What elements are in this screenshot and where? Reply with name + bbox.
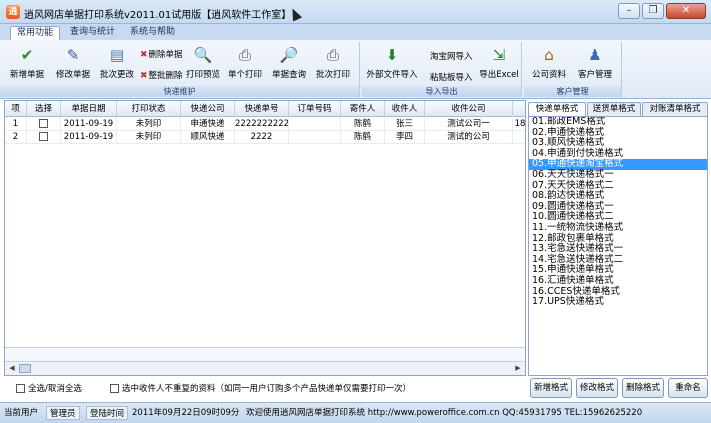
list-item[interactable]: 16.汇通快递单格式 xyxy=(529,275,707,287)
col-header-receiver[interactable]: 收件人 xyxy=(385,101,425,117)
group-import-export: ⬇ 外部文件导入 淘宝网导入 粘贴板导入 ⇲ 导出Excel 导入导出 xyxy=(362,42,522,97)
status-message: 欢迎使用逍风网店单据打印系统 http://www.poweroffice.co… xyxy=(246,408,643,418)
import-icon: ⬇ xyxy=(385,46,399,64)
col-header-select[interactable]: 选择 xyxy=(27,101,61,117)
minimize-icon[interactable]: – xyxy=(618,3,640,19)
delete-bill-button[interactable]: ✖删除单据 xyxy=(140,48,183,60)
house-icon: ⌂ xyxy=(544,46,554,64)
grid-options: 全选/取消全选 选中收件人不重复的资料（如同一用户订购多个产品快递单仅需要打印一… xyxy=(4,378,526,398)
row-checkbox[interactable] xyxy=(39,119,48,128)
print-preview-button[interactable]: 🔍 打印预览 xyxy=(182,45,224,80)
company-info-button[interactable]: ⌂ 公司资料 xyxy=(528,45,570,80)
group-label-import-export: 导入导出 xyxy=(362,86,521,97)
col-header-receiver-company[interactable]: 收件公司 xyxy=(425,101,513,117)
tab-query-stats[interactable]: 查询与统计 xyxy=(64,26,121,40)
select-all-checkbox[interactable] xyxy=(16,384,25,393)
list-item[interactable]: 17.UPS快递格式 xyxy=(529,296,707,308)
unique-receivers-option[interactable]: 选中收件人不重复的资料（如同一用户订购多个产品快递单仅需要打印一次） xyxy=(110,382,411,394)
search-icon: 🔎 xyxy=(279,46,299,64)
users-icon: ♟ xyxy=(588,46,602,64)
customer-management-button[interactable]: ♟ 客户管理 xyxy=(574,45,616,80)
tab-system-help[interactable]: 系统与帮助 xyxy=(124,26,181,40)
delete-format-button[interactable]: 删除格式 xyxy=(622,378,664,398)
export-excel-button[interactable]: ⇲ 导出Excel xyxy=(478,45,520,80)
app-logo-icon: 逍 xyxy=(6,5,20,19)
bill-query-button[interactable]: 🔎 单据查询 xyxy=(268,45,310,80)
login-label: 登陆时间 xyxy=(86,406,129,420)
scroll-left-icon[interactable]: ◀ xyxy=(6,363,18,374)
group-customer-management: ⌂ 公司资料 ♟ 客户管理 客户管理 xyxy=(524,42,622,97)
tab-common[interactable]: 常用功能 xyxy=(10,26,61,40)
table-row[interactable]: 1 2011-09-19 未列印 申通快递 22222222222 陈鹤 张三 … xyxy=(5,118,525,131)
group-label-customer-management: 客户管理 xyxy=(524,86,621,97)
batch-delete-button[interactable]: ✖整批删除 xyxy=(140,69,183,81)
select-all-option[interactable]: 全选/取消全选 xyxy=(16,382,82,394)
title-bar: 逍 逍风网店单据打印系统v2011.01试用版【逍风软件工作室】 – ❐ ✕ xyxy=(0,0,711,24)
user-value: 管理员 xyxy=(46,406,80,420)
new-bill-button[interactable]: ✔ 新增单据 xyxy=(6,45,48,80)
col-header-date[interactable]: 单据日期 xyxy=(61,101,117,117)
unique-receivers-checkbox[interactable] xyxy=(110,384,119,393)
rename-format-button[interactable]: 重命名 xyxy=(668,378,708,398)
batch-print-button[interactable]: ⎙ 批次打印 xyxy=(312,45,354,80)
list-item[interactable]: 01.邮政EMS格式 xyxy=(529,117,707,128)
restore-icon[interactable]: ❐ xyxy=(642,3,664,19)
checkmark-icon: ✔ xyxy=(20,46,34,64)
col-header-sender[interactable]: 寄件人 xyxy=(341,101,385,117)
col-header-extra[interactable] xyxy=(513,101,527,117)
tab-express-format[interactable]: 快递单格式 xyxy=(528,102,586,116)
new-format-button[interactable]: 新增格式 xyxy=(530,378,572,398)
tab-delivery-format[interactable]: 送货单格式 xyxy=(587,102,641,116)
export-icon: ⇲ xyxy=(492,46,506,64)
window-title: 逍风网店单据打印系统v2011.01试用版【逍风软件工作室】 xyxy=(24,10,292,21)
edit-bill-button[interactable]: ✎ 修改单据 xyxy=(52,45,94,80)
bills-grid[interactable]: 项 选择 单据日期 打印状态 快递公司 快递单号 订单号码 寄件人 收件人 收件… xyxy=(4,100,526,376)
tab-statement-format[interactable]: 对账清单格式 xyxy=(642,102,708,116)
printer-icon: ⎙ xyxy=(326,46,339,64)
group-label-express-maintenance: 快递维护 xyxy=(0,86,359,97)
clipboard-import-button[interactable]: 粘贴板导入 xyxy=(430,71,473,83)
table-row[interactable]: 2 2011-09-19 未列印 顺风快递 2222 陈鹤 李四 测试的公司 xyxy=(5,131,525,144)
grid-header: 项 选择 单据日期 打印状态 快递公司 快递单号 订单号码 寄件人 收件人 收件… xyxy=(5,101,525,117)
magnifier-icon: 🔍 xyxy=(193,46,213,64)
edit-format-button[interactable]: 修改格式 xyxy=(576,378,618,398)
single-print-button[interactable]: ⎙ 单个打印 xyxy=(224,45,266,80)
ribbon-tabs: 常用功能 查询与统计 系统与帮助 xyxy=(0,24,711,40)
delete-icon: ✖ xyxy=(140,71,148,81)
login-value: 2011年09月22日09时09分 xyxy=(132,408,240,418)
status-bar: 当前用户 管理员 登陆时间 2011年09月22日09时09分 欢迎使用逍风网店… xyxy=(0,402,711,423)
col-header-no[interactable]: 项 xyxy=(5,101,27,117)
close-icon[interactable]: ✕ xyxy=(666,3,706,19)
external-file-import-button[interactable]: ⬇ 外部文件导入 xyxy=(366,45,418,80)
col-header-order[interactable]: 订单号码 xyxy=(289,101,341,117)
horizontal-scrollbar[interactable]: ◀ ▶ xyxy=(5,361,525,375)
col-header-company[interactable]: 快递公司 xyxy=(181,101,235,117)
batch-change-button[interactable]: ▤ 批次更改 xyxy=(96,45,138,80)
delete-icon: ✖ xyxy=(140,50,148,60)
list-item[interactable]: 11.一统物流快递格式 xyxy=(529,222,707,234)
edit-icon: ✎ xyxy=(66,46,80,64)
col-header-status[interactable]: 打印状态 xyxy=(117,101,181,117)
format-buttons: 新增格式 修改格式 删除格式 重命名 xyxy=(530,378,708,400)
group-express-maintenance: ✔ 新增单据 ✎ 修改单据 ▤ 批次更改 ✖删除单据 ✖整批删除 🔍 打印预览 … xyxy=(0,42,360,97)
list-item[interactable]: 06.天天快递格式一 xyxy=(529,169,707,181)
grid-footer xyxy=(5,347,525,361)
scroll-right-icon[interactable]: ▶ xyxy=(512,363,524,374)
printer-icon: ⎙ xyxy=(238,46,251,64)
col-header-number[interactable]: 快递单号 xyxy=(235,101,289,117)
format-tabs: 快递单格式 送货单格式 对账清单格式 xyxy=(528,102,708,116)
scroll-thumb[interactable] xyxy=(19,364,31,373)
document-icon: ▤ xyxy=(109,46,125,64)
user-label: 当前用户 xyxy=(4,408,39,418)
row-checkbox[interactable] xyxy=(39,132,48,141)
ribbon: ✔ 新增单据 ✎ 修改单据 ▤ 批次更改 ✖删除单据 ✖整批删除 🔍 打印预览 … xyxy=(0,40,711,99)
taobao-import-button[interactable]: 淘宝网导入 xyxy=(430,50,473,62)
format-list[interactable]: 01.邮政EMS格式 02.申通快递格式 03.顺风快递格式 04.申通到付快递格式 0… xyxy=(528,116,708,376)
